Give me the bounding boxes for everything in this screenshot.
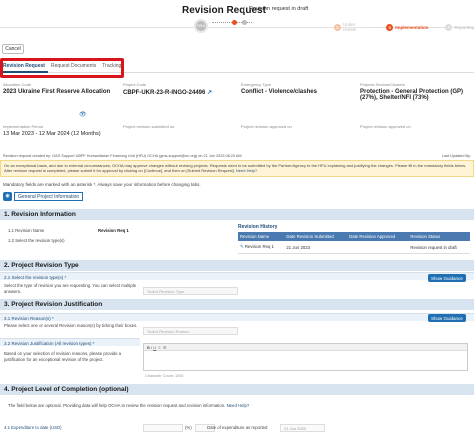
revision-type-subhead: 2.1 Select the revision type(s) * <box>0 272 474 280</box>
project-revision-approved-on: Project revision approved on <box>360 124 411 129</box>
expenditure-input[interactable] <box>143 424 183 432</box>
editor-toolbar[interactable]: B I U ≡ ☰ <box>144 344 467 351</box>
workflow-steps: 1 Under review 6 Implementation 7 Reporting <box>334 22 474 32</box>
created-by-bar: Revision request created by: OAS Support… <box>3 154 471 158</box>
revision-approved-on: Project revision approved on <box>241 124 292 129</box>
emergency-type: Emergency Type Conflict - Violence/clash… <box>241 82 317 95</box>
project-clusters: Projects Sectors/Clusters Protection - G… <box>360 82 464 101</box>
percent-label: (%) <box>185 425 192 430</box>
need-help-link[interactable]: Need Help? <box>236 168 257 173</box>
expenditure-date-label: Date of expenditure as reported <box>207 425 268 430</box>
revision-type-select[interactable]: Select Revision Type <box>143 287 238 295</box>
eye-icon[interactable]: 👁 <box>79 111 87 118</box>
justification-editor[interactable]: B I U ≡ ☰ <box>143 343 468 371</box>
section-project-revision-type: 2. Project Revision Type <box>0 260 474 271</box>
top-bar: Revision Request Revision request in dra… <box>0 0 474 33</box>
implementation-period: Implementation Period 13 Mar 2023 - 12 M… <box>3 124 101 137</box>
expenditure-label: 4.1 Expenditure to date (USD) <box>4 425 62 430</box>
revision-justification-desc: Based on your selection of revision reas… <box>4 351 122 362</box>
col-date-approved: Date Revision Approved <box>347 232 409 241</box>
step-reporting: 7 Reporting <box>445 23 474 31</box>
avatar: SRA <box>194 19 208 33</box>
table-row: ✎ Revision Req 1 21 Jun 2023 Revision re… <box>238 241 470 254</box>
project-code: Project Code CBPF-UKR-23-R-INGO-24496 ↗ <box>123 82 213 96</box>
history-name-cell[interactable]: ✎ Revision Req 1 <box>238 241 285 254</box>
general-project-info-button[interactable]: ◉ General Project Information <box>3 191 84 201</box>
mandatory-note: Mandatory fields are marked with an aste… <box>3 182 201 187</box>
step-under-review: 1 Under review <box>334 22 384 32</box>
revision-type-desc: Select the type of revision you are requ… <box>4 283 137 294</box>
show-guidance-button-2[interactable]: Show Guidance <box>428 314 466 322</box>
revision-history: Revision History Revision Name Date Revi… <box>238 224 470 254</box>
col-revision-status: Revision Status <box>408 232 470 241</box>
progress-dots <box>212 20 252 25</box>
tabs-highlight-box <box>0 58 124 78</box>
edit-icon[interactable]: ✎ <box>240 244 244 249</box>
revision-name-value: Revision Req 1 <box>98 228 129 233</box>
allocation-code: Allocation Code 2023 Ukraine First Reser… <box>3 82 111 95</box>
revision-name-label: 1.1 Revision Name <box>8 228 45 233</box>
external-link-icon[interactable]: ↗ <box>207 90 212 96</box>
cancel-button[interactable]: Cancel <box>2 44 24 54</box>
revision-history-title: Revision History <box>238 224 278 230</box>
history-status-cell: Revision request in draft <box>408 241 470 254</box>
expenditure-date-input[interactable]: 21 Jun 2023 <box>280 424 325 432</box>
section-revision-information: 1. Revision Information <box>0 209 474 220</box>
character-count: Character Count: 1000 <box>145 374 184 378</box>
col-revision-name: Revision Name <box>238 232 285 241</box>
revision-type-label: 1.2 Select the revision type(s) <box>8 238 65 243</box>
revision-reason-select[interactable]: Select Revision Reason <box>143 327 238 335</box>
col-date-submitted: Date Revision Submitted <box>284 232 348 241</box>
revision-reason-subhead: 3.1 Revision Reason(s) * <box>0 313 474 321</box>
history-approved-cell <box>347 241 409 254</box>
section-project-level-of-completion: 4. Project Level of Completion (optional… <box>0 384 474 395</box>
eye-icon: ◉ <box>3 191 12 201</box>
need-help-link-2[interactable]: Need Help? <box>227 403 250 408</box>
completion-desc: The field below are optional. Providing … <box>8 403 250 408</box>
notice-banner: On an exceptional basis, and due to exte… <box>0 160 474 177</box>
revision-reason-desc: Please select one or several Revision re… <box>4 323 138 328</box>
revision-justification-subhead: 3.2 Revision Justification (All revision… <box>0 338 140 346</box>
history-submitted-cell: 21 Jun 2023 <box>284 241 348 254</box>
section-project-revision-justification: 3. Project Revision Justification <box>0 299 474 310</box>
revision-history-table: Revision Name Date Revision Submitted Da… <box>238 232 470 254</box>
status-text: Revision request in draft <box>244 6 308 12</box>
show-guidance-button[interactable]: Show Guidance <box>428 274 466 282</box>
step-implementation: 6 Implementation <box>386 23 443 31</box>
revision-submitted-on: Project revision submitted on <box>123 124 175 129</box>
